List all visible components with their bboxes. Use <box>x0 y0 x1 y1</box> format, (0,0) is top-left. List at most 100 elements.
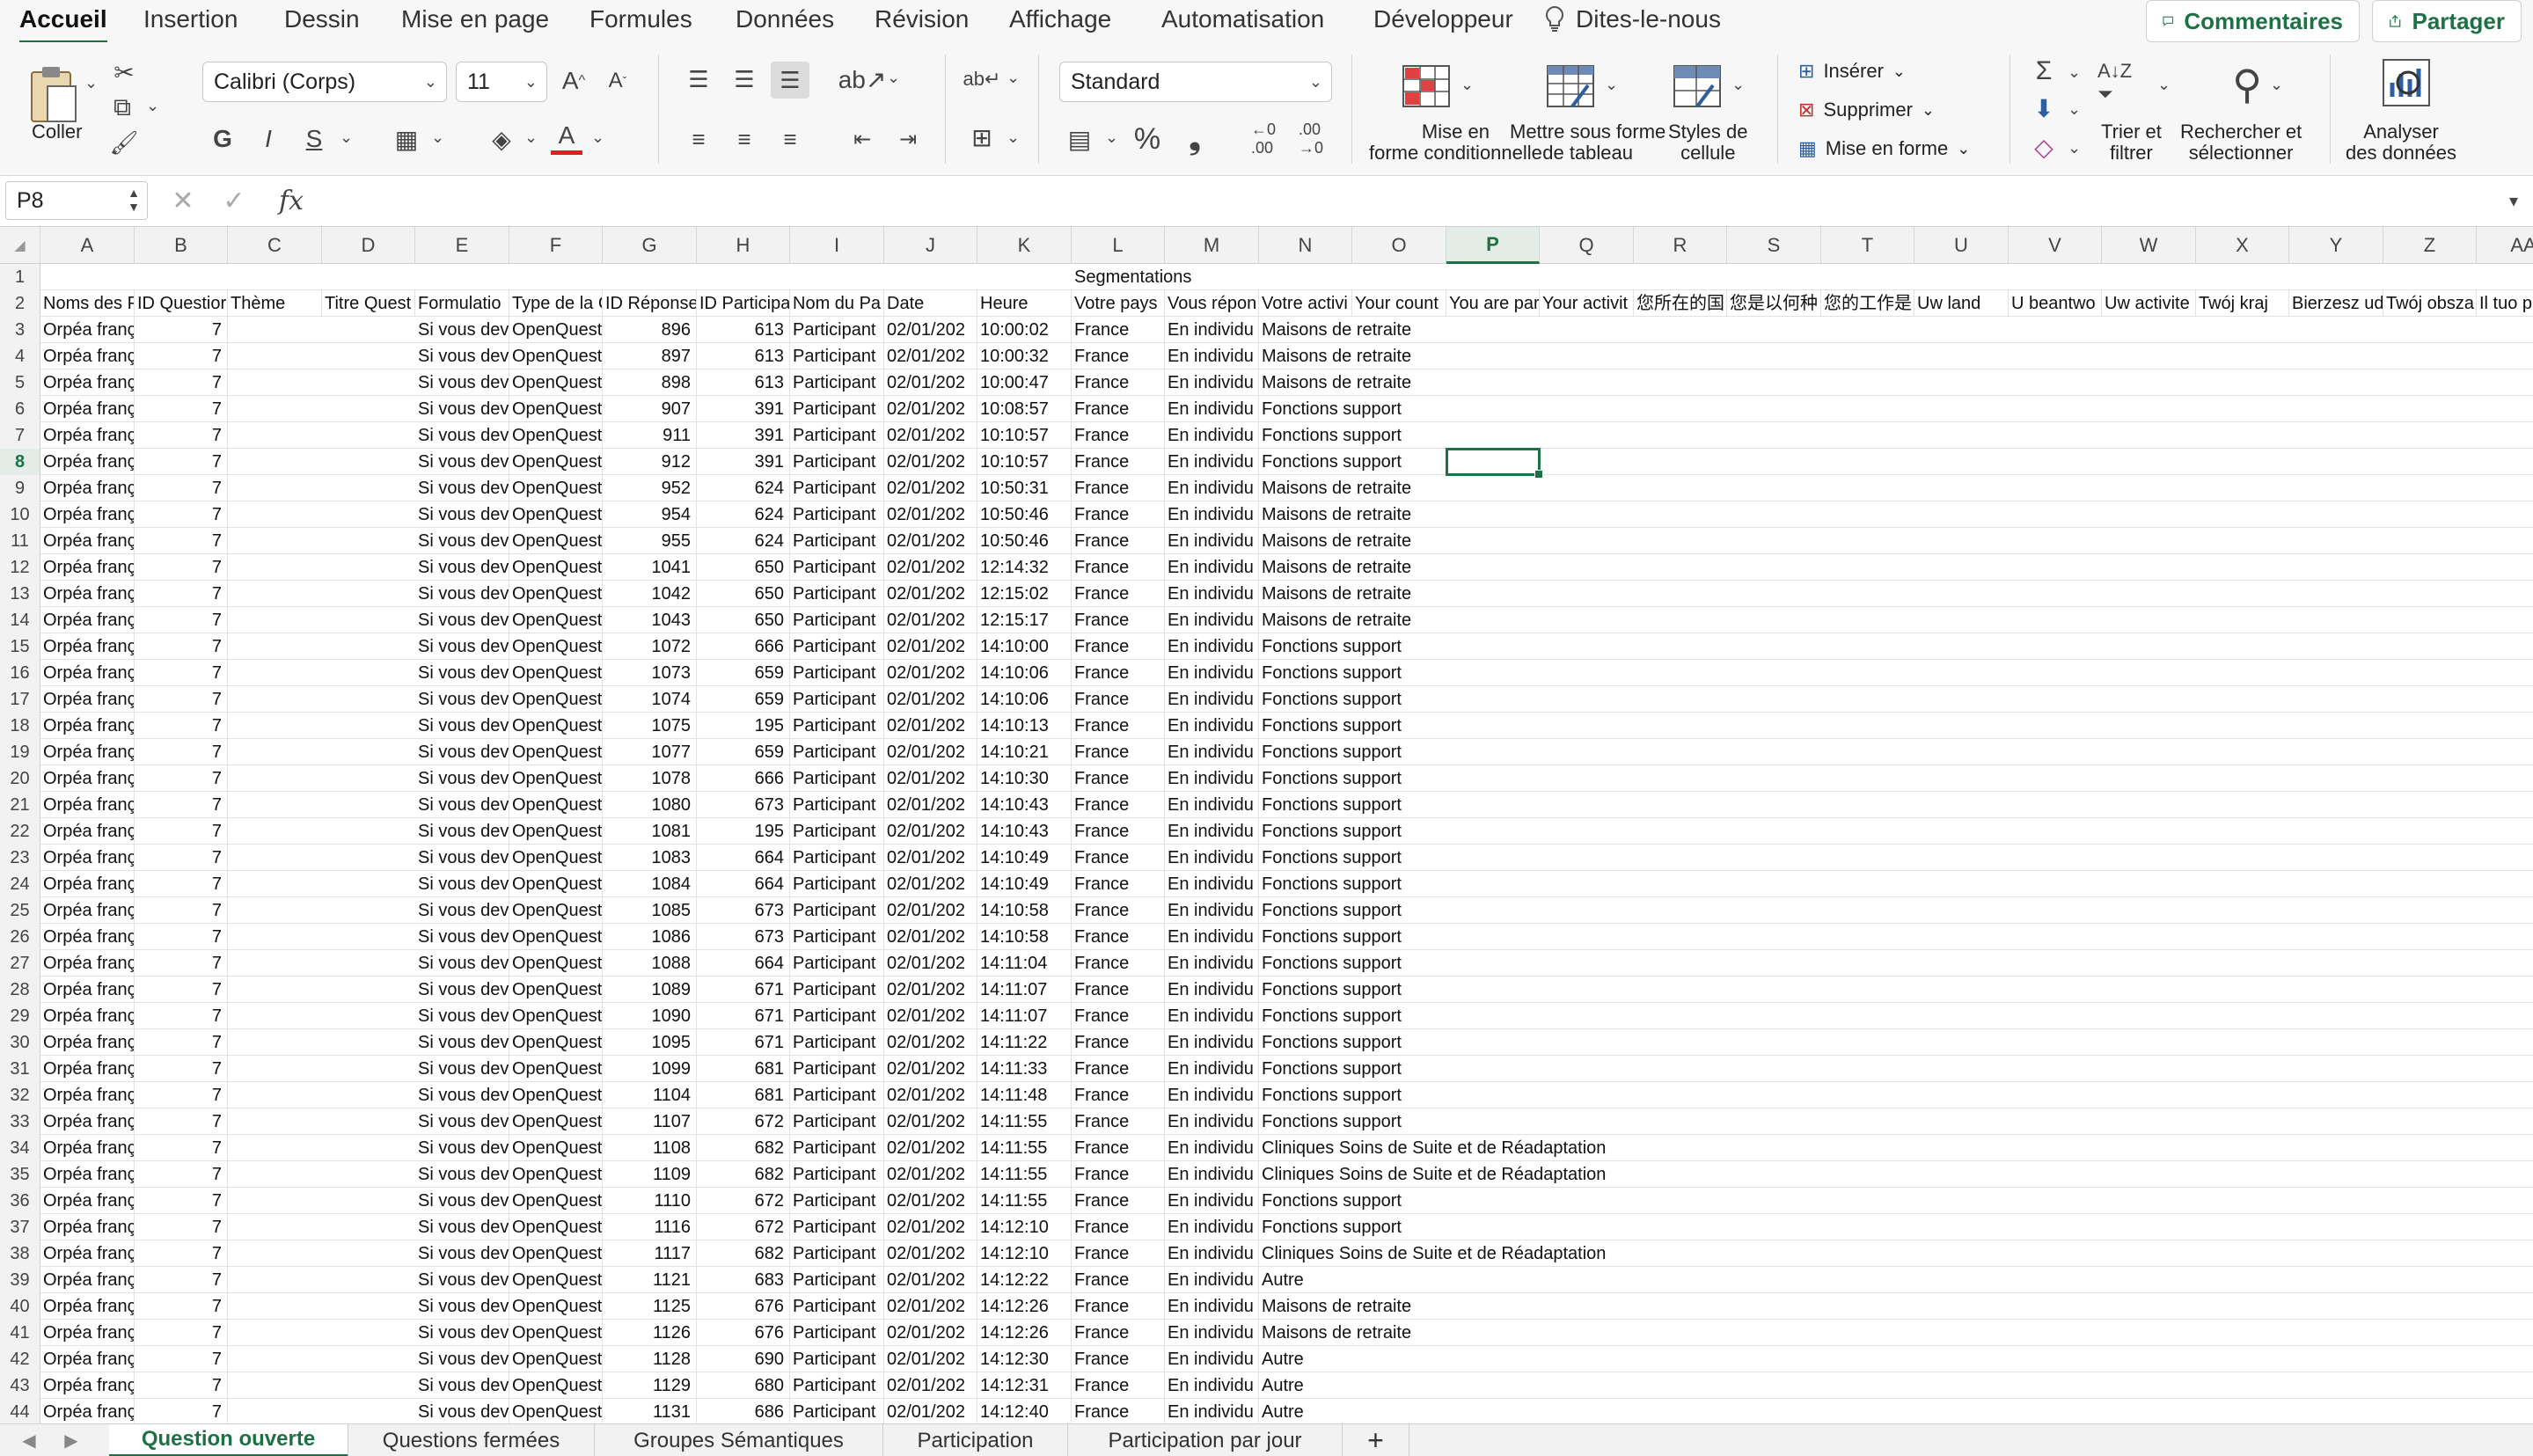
cell-l[interactable]: France <box>1072 924 1165 950</box>
cell-g[interactable]: 1089 <box>603 977 697 1003</box>
orientation-icon[interactable]: ab↗ <box>838 63 887 95</box>
row-header[interactable]: 16 <box>0 660 40 686</box>
cell-n[interactable]: Fonctions support <box>1259 897 1446 924</box>
cell-l[interactable]: France <box>1072 1188 1165 1214</box>
cell-f[interactable]: OpenQuest <box>509 818 603 845</box>
cell-a[interactable]: Orpéa franç <box>40 343 135 369</box>
cell-h[interactable]: 659 <box>697 660 790 686</box>
cell-k[interactable]: 14:10:21 <box>977 739 1072 765</box>
fill-dropdown-icon[interactable]: ⌄ <box>2068 100 2081 119</box>
cell-k[interactable]: 14:10:06 <box>977 686 1072 713</box>
confirm-icon[interactable]: ✓ <box>218 185 250 216</box>
row-header[interactable]: 13 <box>0 581 40 607</box>
cell-b[interactable]: 7 <box>135 1240 228 1267</box>
cell-g[interactable]: 907 <box>603 396 697 422</box>
cell-a[interactable]: Orpéa franç <box>40 686 135 713</box>
cell-b[interactable]: 7 <box>135 713 228 739</box>
cell-f[interactable]: OpenQuest <box>509 633 603 660</box>
cell-m[interactable]: En individu <box>1165 422 1259 449</box>
cell-f[interactable]: OpenQuest <box>509 871 603 897</box>
cell-g[interactable]: 1125 <box>603 1293 697 1320</box>
cell-m[interactable]: En individu <box>1165 977 1259 1003</box>
cell-a[interactable]: Orpéa franç <box>40 633 135 660</box>
tab-developpeur[interactable]: Développeur <box>1373 5 1513 33</box>
cell-i[interactable]: Participant <box>790 845 884 871</box>
cell-h[interactable]: 391 <box>697 449 790 475</box>
cell-g[interactable]: 1041 <box>603 554 697 581</box>
cell-a[interactable]: Orpéa franç <box>40 1135 135 1161</box>
cell-b[interactable]: 7 <box>135 607 228 633</box>
cell-b[interactable]: 7 <box>135 739 228 765</box>
cell-b[interactable]: 7 <box>135 633 228 660</box>
row-header[interactable]: 35 <box>0 1161 40 1188</box>
cell-f[interactable]: OpenQuest <box>509 845 603 871</box>
row-header[interactable]: 9 <box>0 475 40 501</box>
cell-b[interactable]: 7 <box>135 475 228 501</box>
cell-styles-icon[interactable] <box>1672 63 1723 109</box>
cell-styles-label[interactable]: Styles de cellule <box>1668 121 1748 164</box>
cell-i[interactable]: Participant <box>790 1161 884 1188</box>
cell-f[interactable]: OpenQuest <box>509 739 603 765</box>
row-header[interactable]: 18 <box>0 713 40 739</box>
cell-n[interactable]: Fonctions support <box>1259 713 1446 739</box>
fill-icon[interactable]: ⬇ <box>2029 93 2059 123</box>
cell-l[interactable]: France <box>1072 792 1165 818</box>
cell-g[interactable]: 1129 <box>603 1372 697 1399</box>
cell-h[interactable]: 673 <box>697 897 790 924</box>
cell-i[interactable]: Participant <box>790 449 884 475</box>
column-header-b[interactable]: B <box>135 227 228 264</box>
cell-e[interactable]: Si vous devi <box>415 739 509 765</box>
cell-e[interactable]: Si vous devi <box>415 1082 509 1108</box>
cell-k[interactable]: 12:15:02 <box>977 581 1072 607</box>
cell-k[interactable]: 14:12:22 <box>977 1267 1072 1293</box>
wrap-text-icon[interactable]: ab↵ <box>963 63 1001 95</box>
cell-e[interactable]: Si vous devi <box>415 369 509 396</box>
cell-k[interactable]: 14:10:06 <box>977 660 1072 686</box>
font-size-select[interactable]: 11 ⌄ <box>456 62 547 102</box>
cell-j[interactable]: 02/01/202 <box>884 1240 977 1267</box>
underline-button[interactable]: S <box>299 121 329 157</box>
select-all-corner[interactable]: ◢ <box>0 227 40 264</box>
find-select-dropdown-icon[interactable]: ⌄ <box>2270 76 2283 94</box>
cell-a[interactable]: Orpéa franç <box>40 396 135 422</box>
format-as-table-dropdown-icon[interactable]: ⌄ <box>1605 76 1618 94</box>
cell-j[interactable]: 02/01/202 <box>884 1372 977 1399</box>
cell-h[interactable]: 195 <box>697 818 790 845</box>
cell-i[interactable]: Participant <box>790 686 884 713</box>
cell-b[interactable]: 7 <box>135 501 228 528</box>
comments-button[interactable]: Commentaires <box>2146 0 2360 42</box>
cell-e[interactable]: Si vous devi <box>415 501 509 528</box>
cell-g[interactable]: 1109 <box>603 1161 697 1188</box>
cell-f[interactable]: OpenQuest <box>509 924 603 950</box>
tab-donnees[interactable]: Données <box>736 5 834 33</box>
add-sheet-button[interactable]: + <box>1343 1424 1409 1456</box>
cell-j[interactable]: 02/01/202 <box>884 1399 977 1423</box>
cell-e[interactable]: Si vous devi <box>415 1161 509 1188</box>
cell-n[interactable]: Fonctions support <box>1259 792 1446 818</box>
cell-h[interactable]: 682 <box>697 1161 790 1188</box>
cell-l[interactable]: France <box>1072 343 1165 369</box>
cell-j[interactable]: 02/01/202 <box>884 422 977 449</box>
cell-g[interactable]: 1117 <box>603 1240 697 1267</box>
cell-i[interactable]: Participant <box>790 422 884 449</box>
autosum-icon[interactable]: Σ <box>2029 56 2059 86</box>
cell-l[interactable]: France <box>1072 1161 1165 1188</box>
align-right-icon[interactable]: ≡ <box>774 123 806 155</box>
column-header-k[interactable]: K <box>977 227 1072 264</box>
tab-insertion[interactable]: Insertion <box>143 5 238 33</box>
cell-j[interactable]: 02/01/202 <box>884 897 977 924</box>
cell-f[interactable]: OpenQuest <box>509 607 603 633</box>
cell-f[interactable]: OpenQuest <box>509 1240 603 1267</box>
cell-k[interactable]: 10:00:47 <box>977 369 1072 396</box>
cell-m[interactable]: En individu <box>1165 924 1259 950</box>
cell-j[interactable]: 02/01/202 <box>884 581 977 607</box>
cell-i[interactable]: Participant <box>790 1029 884 1056</box>
row-header[interactable]: 12 <box>0 554 40 581</box>
cell-f[interactable]: OpenQuest <box>509 581 603 607</box>
cell-n[interactable]: Maisons de retraite <box>1259 554 1446 581</box>
cell-n[interactable]: Fonctions support <box>1259 396 1446 422</box>
cell-j[interactable]: 02/01/202 <box>884 739 977 765</box>
cell-h[interactable]: 682 <box>697 1135 790 1161</box>
orientation-dropdown-icon[interactable]: ⌄ <box>887 69 900 87</box>
column-header-r[interactable]: R <box>1634 227 1727 264</box>
